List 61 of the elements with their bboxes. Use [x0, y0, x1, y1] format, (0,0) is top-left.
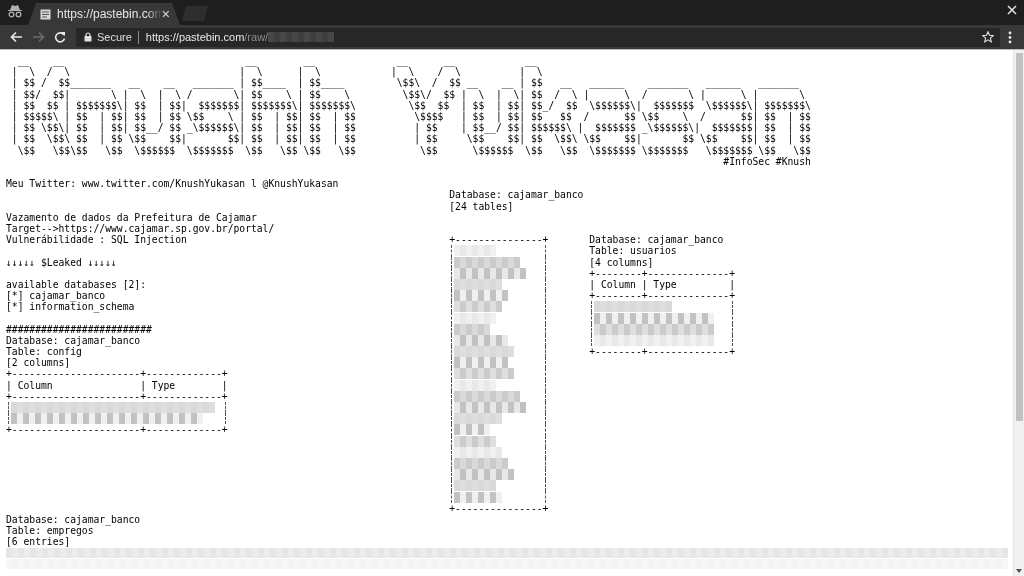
pixelated-text	[454, 346, 515, 358]
pixelated-text	[454, 435, 497, 447]
table-header-line: | Column | Type |	[589, 278, 736, 291]
close-icon[interactable]	[1007, 5, 1017, 15]
down-arrow-icon[interactable]	[1016, 569, 1022, 573]
text-line: ↓↓↓↓↓ $Leaked ↓↓↓↓↓	[6, 256, 118, 268]
ascii-art: __ __ __ | \ / \ | \ \$$\ / $$ __ __ | $$ __ ______ _______ ______ _______ \$$\/ $$ | \ | \| $$ / \ | \ / \ | \ | \ \$$ $$ | $$ | $$| $$_/ $$ \$$$$$$\| $$$$$$$ \$$$$$$\| $$$$$$$\ \$$$$ | $$ | $$| $$ $$ / $$ \$$ \ / $$| $$ | $$ | $$ | $$__/ $$| $$$$$$\ | $$$$$$$ _\$$$$$$\| $$$$$$$| $$ | $$ | $$ \$$ $$| $$ \$$\ \$$ $$| $$ \$$ $$| $$ | $$ \$$ \$$$$$$ \$$ \$$ \$$$$$$$ \$$$$$$$ \$$$$$$$ \$$ \$$	[390, 55, 811, 156]
lock-icon	[84, 32, 92, 42]
scrollbar[interactable]	[1013, 50, 1024, 576]
text-line: Database: cajamar_banco	[449, 189, 585, 201]
text-line: Database: cajamar_banco	[6, 513, 142, 525]
pixelated-text	[454, 458, 509, 469]
text-line: [2 columns]	[6, 357, 71, 369]
table-header-line: | Column | Type |	[6, 379, 228, 391]
ascii-table-line: +--------+--------------+	[589, 346, 736, 358]
pixelated-text	[454, 480, 497, 492]
security-label: Secure	[97, 29, 132, 45]
text-line: Database: cajamar_banco	[589, 234, 725, 246]
scrollbar-thumb[interactable]	[1015, 53, 1023, 421]
pixelated-text	[454, 446, 503, 458]
ascii-table-line: +----------------------+-------------+	[6, 368, 228, 380]
pixelated-text	[454, 368, 515, 380]
menu-icon[interactable]	[1008, 30, 1012, 44]
ascii-art: __ __ __ __ | \ / \ | \ | \ | $$ / $$_______ __ __ _______ | $$____ | $$____ | $$/ $$| \ | \ | \ / \| $$ \ | $$ \ | $$ $$ | $$$$$$$\| $$ | $$| $$$$$$$| $$$$$$$\| $$$$$$$\ | $$$$$\ | $$ | $$| $$ | $$ \$$ \ | $$ | $$| $$ | $$ | $$ \$$\| $$ | $$| $$__/ $$ _\$$$$$$\| $$ | $$| $$ | $$ | $$ \$$\ $$ | $$ \$$ $$| $$| $$ | $$| $$ | $$ \$$ \$$\$$ \$$ \$$$$$$ \$$$$$$$ \$$ \$$ \$$ \$$	[10, 55, 357, 156]
pixelated-text	[454, 491, 503, 503]
text-line: [*] cajamar_banco	[6, 290, 106, 302]
text-line: Table: empregos	[6, 525, 94, 537]
incognito-icon	[7, 4, 23, 18]
reload-icon[interactable]	[54, 31, 66, 43]
ascii-table-line: +----------------------+-------------+	[6, 424, 228, 436]
star-icon[interactable]	[982, 31, 994, 43]
ascii-table-line: +--------+--------------+	[589, 267, 736, 279]
pixelated-text	[454, 290, 509, 302]
address-bar[interactable]: Secure https://pastebin.com/raw/	[76, 27, 1000, 47]
pixelated-text	[268, 32, 335, 42]
document-icon	[40, 8, 51, 20]
text-line: Database: cajamar_banco	[6, 334, 142, 346]
pixelated-text	[454, 301, 503, 313]
hashtags-text: #InfoSec #Knush	[723, 155, 811, 167]
back-icon[interactable]	[10, 31, 23, 43]
pixelated-text	[454, 424, 491, 436]
text-line: Table: config	[6, 346, 82, 358]
close-icon[interactable]	[162, 10, 170, 18]
text-line: [4 columns]	[589, 256, 655, 268]
text-line: [6 entries]	[6, 536, 71, 548]
ascii-table-line: +---------------+	[449, 234, 549, 246]
text-line: Vulnerábilidade : SQL Injection	[6, 234, 187, 246]
text-line: [*] information_schema	[6, 301, 136, 313]
text-line: #########################	[6, 323, 153, 335]
ascii-table-line: +---------------+	[449, 502, 549, 514]
text-line: Table: usuarios	[589, 245, 677, 257]
text-line: available databases [2]:	[6, 278, 147, 291]
pixelated-text	[454, 357, 509, 369]
pixelated-text	[454, 469, 515, 481]
text-line: [24 tables]	[449, 200, 514, 212]
text-line: Vazamento de dados da Prefeitura de Cajamar	[6, 211, 258, 223]
text-line: Meu Twitter: www.twitter.com/KnushYukasan l @KnushYukasan	[6, 178, 340, 190]
pixelated-text	[454, 312, 497, 324]
text-line: Target-->https://www.cajamar.sp.gov.br/portal/	[6, 222, 276, 235]
url-text: https://pastebin.com/raw/	[145, 29, 269, 45]
ascii-table-line: +--------+--------------+	[589, 290, 736, 302]
